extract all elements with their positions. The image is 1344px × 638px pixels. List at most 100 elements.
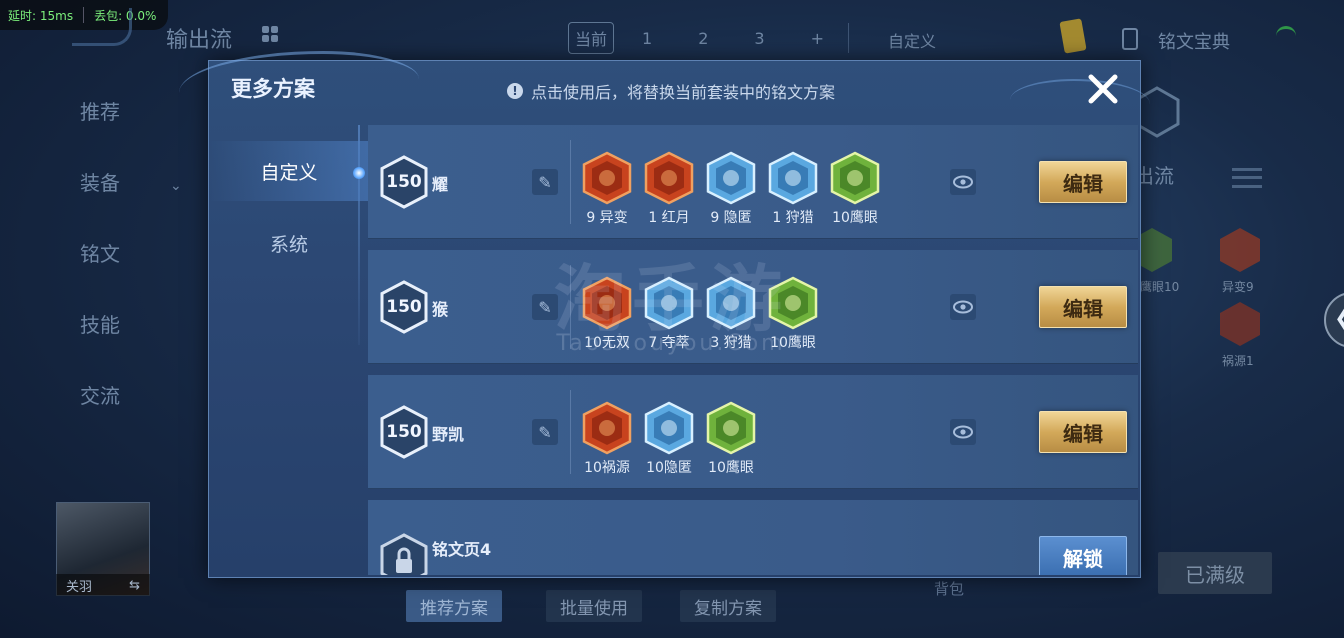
edit-button[interactable]: 编辑 — [1039, 161, 1127, 203]
blue-rune-icon — [706, 276, 756, 330]
tab-label: 自定义 — [260, 161, 318, 184]
close-icon — [1088, 74, 1118, 104]
rune-label: 祸源1 — [1222, 354, 1254, 368]
plan-name: 铭文页4 — [432, 540, 492, 559]
level-value: 150 — [386, 172, 422, 192]
edit-button[interactable]: 编辑 — [1039, 286, 1127, 328]
maxed-button[interactable]: 已满级 — [1158, 552, 1272, 594]
rune-label: 鹰眼10 — [1140, 280, 1180, 294]
tab-3[interactable]: 3 — [754, 29, 764, 48]
green-rune-icon — [830, 151, 880, 205]
rune-slot[interactable]: 10鹰眼 — [768, 276, 818, 352]
batch-use-button[interactable]: 批量使用 — [546, 590, 642, 622]
red-rune-icon — [1218, 226, 1262, 274]
rune-slot[interactable]: 10祸源 — [582, 401, 632, 477]
tab-1[interactable]: 1 — [642, 29, 652, 48]
red-rune-icon — [644, 151, 694, 205]
preview-button[interactable] — [950, 294, 976, 320]
preview-button[interactable] — [950, 419, 976, 445]
dialog-tip: ! 点击使用后，将替换当前套装中的铭文方案 — [507, 79, 835, 103]
level-value: 150 — [386, 422, 422, 442]
rune-count-label: 10鹰眼 — [708, 460, 754, 476]
rune-slot[interactable]: 1 狩猎 — [768, 151, 818, 227]
side-drawer-handle[interactable] — [1324, 292, 1344, 348]
rune-slot[interactable]: 10鹰眼 — [706, 401, 756, 477]
rune-slot[interactable]: 1 红月 — [644, 151, 694, 227]
tab-current[interactable]: 当前 — [568, 22, 615, 54]
rune-slot[interactable]: 10无双 — [582, 276, 632, 352]
copy-plan-button[interactable]: 复制方案 — [680, 590, 776, 622]
green-rune-icon — [768, 276, 818, 330]
rune-slot[interactable]: 10隐匿 — [644, 401, 694, 477]
unlock-button[interactable]: 解锁 — [1039, 536, 1127, 575]
level-badge: 150 — [380, 280, 428, 334]
rename-button[interactable]: ✎ — [532, 294, 558, 320]
preview-button[interactable] — [950, 169, 976, 195]
tab-2[interactable]: 2 — [698, 29, 708, 48]
plan-name: 耀 — [432, 175, 449, 194]
rune-slot[interactable]: 10鹰眼 — [830, 151, 880, 227]
divider — [847, 23, 849, 53]
eye-icon — [953, 425, 973, 439]
plan-row[interactable]: 铭文页4 解锁 — [368, 500, 1138, 575]
edit-button[interactable]: 编辑 — [1039, 411, 1127, 453]
side-item-skills[interactable]: 技能 — [80, 309, 120, 338]
rename-button[interactable]: ✎ — [532, 419, 558, 445]
latency-text: 延时: 15ms — [8, 8, 74, 23]
active-indicator — [353, 167, 365, 179]
blue-rune-icon — [768, 151, 818, 205]
rune-slot[interactable]: 9 隐匿 — [706, 151, 756, 227]
plan-row[interactable]: 150 猴 ✎ 编辑 10无双 7 夺萃 3 狩猎 10鹰眼 — [368, 250, 1138, 364]
rune-handbook-link[interactable]: 铭文宝典 — [1158, 28, 1230, 54]
rune-slot[interactable]: 3 狩猎 — [706, 276, 756, 352]
card-icon[interactable] — [1059, 18, 1087, 54]
tip-text: 点击使用后，将替换当前套装中的铭文方案 — [531, 83, 836, 102]
side-item-label: 装备 — [80, 171, 120, 195]
wifi-icon — [1276, 26, 1296, 46]
green-rune-icon — [706, 401, 756, 455]
blue-rune-icon — [706, 151, 756, 205]
pencil-icon: ✎ — [538, 297, 552, 317]
grid-icon[interactable] — [262, 26, 278, 42]
side-item-recommend[interactable]: 推荐 — [80, 96, 120, 125]
hero-name-bar: 关羽 ⇆ — [56, 574, 150, 596]
swap-icon[interactable]: ⇆ — [129, 578, 140, 593]
plan-list[interactable]: 150 耀 ✎ 编辑 9 异变 1 红月 9 隐匿 1 狩猎 10鹰眼 150 … — [368, 125, 1138, 575]
blue-rune-icon — [644, 401, 694, 455]
recommend-plan-button[interactable]: 推荐方案 — [406, 590, 502, 622]
set-title: 输出流 — [166, 28, 233, 53]
rename-button[interactable]: ✎ — [532, 169, 558, 195]
rune-label: 异变9 — [1222, 280, 1254, 294]
level-value: 150 — [386, 297, 422, 317]
tab-custom[interactable]: 自定义 — [888, 28, 936, 52]
tab-label: 系统 — [269, 233, 308, 256]
side-item-equipment[interactable]: 装备 ⌄ — [80, 167, 182, 196]
chevron-down-icon: ⌄ — [170, 178, 182, 194]
book-icon — [1122, 28, 1138, 50]
rune-slot[interactable]: 7 夺萃 — [644, 276, 694, 352]
tab-add[interactable]: + — [811, 29, 824, 48]
plan-row[interactable]: 150 耀 ✎ 编辑 9 异变 1 红月 9 隐匿 1 狩猎 10鹰眼 — [368, 125, 1138, 239]
more-plans-dialog: 更多方案 ! 点击使用后，将替换当前套装中的铭文方案 自定义 系统 150 耀 … — [179, 51, 1150, 578]
backpack-label[interactable]: 背包 — [934, 578, 964, 599]
side-item-chat[interactable]: 交流 — [80, 380, 120, 409]
info-icon: ! — [507, 83, 523, 99]
locked-badge — [380, 533, 428, 575]
rune-set-tabs: 当前 1 2 3 + — [568, 22, 875, 54]
level-badge: 150 — [380, 405, 428, 459]
eye-icon — [953, 175, 973, 189]
blue-rune-icon — [644, 276, 694, 330]
pencil-icon: ✎ — [538, 172, 552, 192]
tab-system-plans[interactable]: 系统 — [209, 213, 369, 273]
plan-source-tabs: 自定义 系统 — [209, 125, 369, 345]
close-button[interactable] — [1083, 69, 1123, 109]
tab-custom-plans[interactable]: 自定义 — [209, 141, 369, 201]
list-icon[interactable] — [1232, 168, 1262, 188]
plan-row[interactable]: 150 野凯 ✎ 编辑 10祸源 10隐匿 10鹰眼 — [368, 375, 1138, 489]
side-item-runes[interactable]: 铭文 — [80, 238, 120, 267]
eye-icon — [953, 300, 973, 314]
back-logo-icon[interactable] — [72, 8, 132, 46]
pencil-icon: ✎ — [538, 422, 552, 442]
red-rune-icon — [582, 401, 632, 455]
rune-slot[interactable]: 9 异变 — [582, 151, 632, 227]
